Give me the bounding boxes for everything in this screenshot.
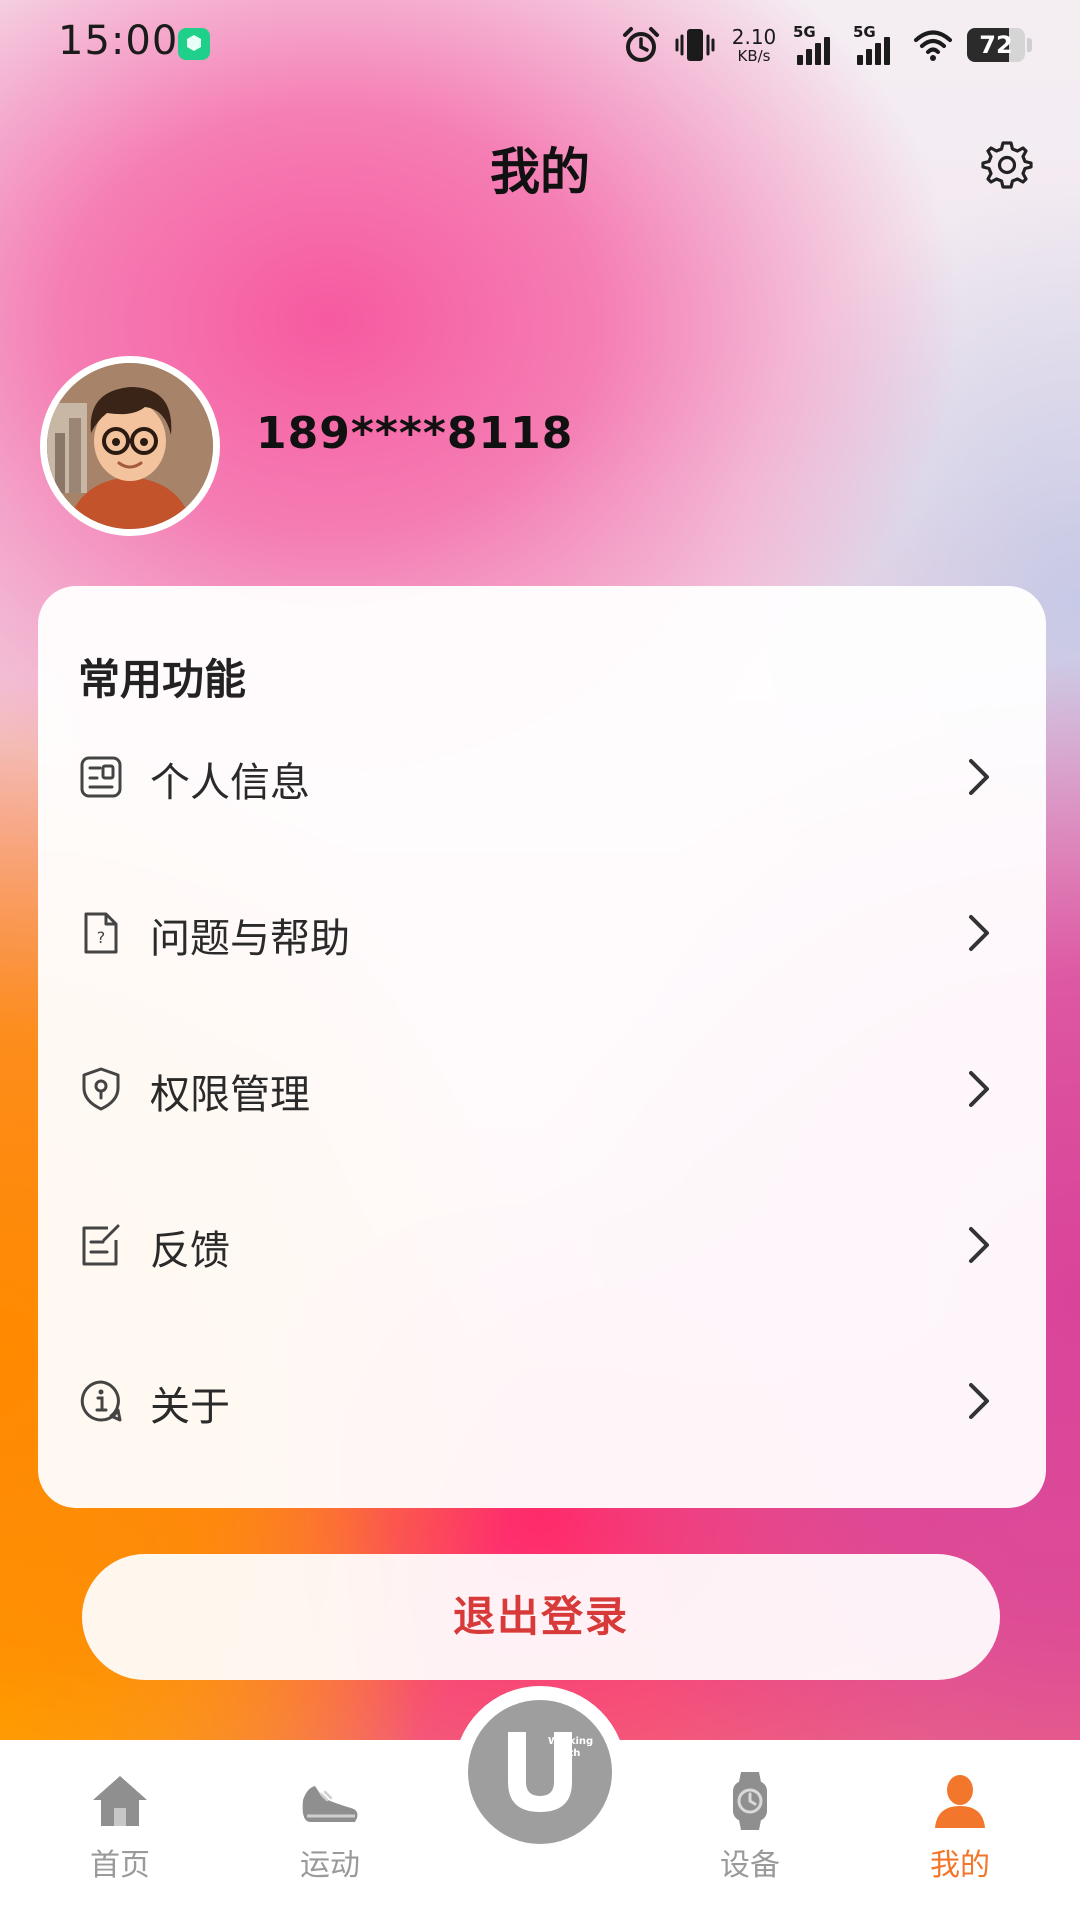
info-icon <box>80 1380 122 1422</box>
shield-icon <box>82 1067 120 1111</box>
card-title: 常用功能 <box>78 655 247 704</box>
nav-label: 运动 <box>300 1848 360 1883</box>
app-badge-icon <box>178 28 210 60</box>
avatar-illustration <box>47 363 213 529</box>
feedback-edit-icon <box>82 1224 120 1266</box>
menu-item-permissions[interactable]: 权限管理 <box>38 1034 1046 1144</box>
shoe-icon <box>302 1786 358 1822</box>
vibrate-icon <box>675 29 715 61</box>
chevron-right-icon <box>969 1227 989 1263</box>
page-title: 我的 <box>490 143 590 201</box>
menu-item-feedback[interactable]: 反馈 <box>38 1190 1046 1300</box>
home-icon <box>93 1776 147 1826</box>
username: 189****8118 <box>256 408 574 459</box>
menu-item-label: 关于 <box>150 1384 230 1430</box>
chevron-right-icon <box>969 1071 989 1107</box>
alarm-icon <box>623 27 659 62</box>
chevron-right-icon <box>969 759 989 795</box>
nav-label: 首页 <box>90 1848 150 1883</box>
menu-item-label: 个人信息 <box>150 760 310 806</box>
chevron-right-icon <box>969 1383 989 1419</box>
menu-item-help[interactable]: ? 问题与帮助 <box>38 878 1046 988</box>
svg-text:?: ? <box>97 928 106 947</box>
avatar[interactable] <box>40 356 220 536</box>
status-time: 15:00 <box>58 18 179 64</box>
walking-with-logo-icon: Walking With <box>508 1732 593 1812</box>
battery-level: 72 <box>979 31 1013 59</box>
menu-item-label: 反馈 <box>150 1228 230 1274</box>
menu-item-label: 问题与帮助 <box>150 916 350 962</box>
signal-icon: 5G <box>793 23 839 67</box>
gear-icon[interactable] <box>980 138 1034 192</box>
svg-text:With: With <box>554 1748 580 1759</box>
menu-item-about[interactable]: 关于 <box>38 1346 1046 1456</box>
help-document-icon: ? <box>84 912 118 954</box>
svg-text:Walking: Walking <box>548 1736 593 1747</box>
chevron-right-icon <box>969 915 989 951</box>
menu-item-label: 权限管理 <box>150 1072 310 1118</box>
signal-icon: 5G <box>853 23 899 67</box>
nav-label: 设备 <box>720 1848 780 1883</box>
network-speed-unit: KB/s <box>737 46 771 65</box>
wifi-icon <box>914 30 952 61</box>
watch-icon <box>733 1772 767 1830</box>
status-bar: 15:00 2.10 KB/s 5G 5G 72 <box>0 0 1080 90</box>
menu-item-personal-info[interactable]: 个人信息 <box>38 722 1046 832</box>
common-features-card: 常用功能 个人信息 ? 问题与帮助 权限管理 反馈 关于 <box>38 586 1046 1508</box>
nav-home[interactable]: 首页 <box>30 1770 210 1890</box>
network-speed-value: 2.10 <box>731 24 777 49</box>
battery-icon: 72 <box>967 28 1025 62</box>
status-icons: 2.10 KB/s 5G 5G 72 <box>621 20 1032 70</box>
logout-label: 退出登录 <box>452 1592 629 1641</box>
nav-sport[interactable]: 运动 <box>240 1770 420 1890</box>
nav-label: 我的 <box>930 1848 990 1883</box>
logout-button[interactable]: 退出登录 <box>82 1554 1000 1680</box>
id-card-icon <box>80 756 122 798</box>
center-logo-button[interactable]: Walking With <box>468 1700 612 1844</box>
network-speed: 2.10 KB/s <box>729 27 779 64</box>
person-icon <box>935 1775 985 1828</box>
nav-device[interactable]: 设备 <box>660 1770 840 1890</box>
nav-mine[interactable]: 我的 <box>870 1770 1050 1890</box>
